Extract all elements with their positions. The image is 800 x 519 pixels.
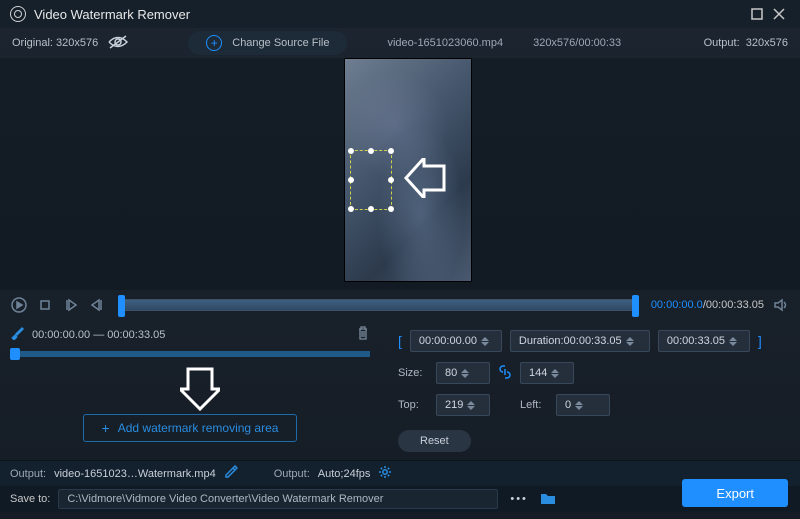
info-bar: Original: 320x576 + Change Source File v… — [0, 28, 800, 58]
timeline-slider[interactable] — [120, 299, 637, 311]
output-format-label: Output: — [274, 468, 310, 480]
original-label: Original: — [12, 37, 53, 49]
original-dims: 320x576 — [56, 37, 98, 49]
top-label: Top: — [398, 399, 428, 411]
output-file-value: video-1651023…Watermark.mp4 — [54, 468, 216, 480]
size-label: Size: — [398, 367, 428, 379]
step-forward-button[interactable] — [62, 296, 80, 314]
save-path-input[interactable]: C:\Vidmore\Vidmore Video Converter\Video… — [58, 489, 498, 509]
annotation-arrow-icon — [402, 158, 446, 201]
export-button[interactable]: Export — [682, 479, 788, 507]
watermark-ranges-panel: 00:00:00.00 — 00:00:33.05 + Add watermar… — [0, 320, 380, 460]
reset-button[interactable]: Reset — [398, 430, 471, 452]
link-aspect-icon[interactable] — [498, 365, 512, 382]
output-format-value: Auto;24fps — [318, 468, 371, 480]
annotation-arrow-down-icon — [180, 367, 220, 414]
source-dims-time: 320x576/00:00:33 — [533, 37, 621, 49]
plus-icon: + — [102, 421, 110, 435]
change-source-label: Change Source File — [232, 37, 329, 49]
preview-toggle-icon[interactable] — [108, 35, 128, 52]
watermark-selection-box[interactable] — [350, 150, 392, 210]
edit-output-name-button[interactable] — [224, 465, 238, 482]
output-file-label: Output: — [10, 468, 46, 480]
output-label: Output: — [704, 37, 740, 49]
title-bar: Video Watermark Remover — [0, 0, 800, 28]
open-folder-button[interactable] — [540, 491, 556, 508]
save-row: Save to: C:\Vidmore\Vidmore Video Conver… — [0, 486, 800, 512]
top-input[interactable]: 219 — [436, 394, 490, 416]
play-button[interactable] — [10, 296, 28, 314]
maximize-button[interactable] — [746, 3, 768, 25]
stop-button[interactable] — [36, 296, 54, 314]
bracket-left-icon: [ — [398, 333, 402, 349]
app-logo-icon — [10, 6, 26, 22]
timecode-display: 00:00:00.0/00:00:33.05 — [651, 299, 764, 311]
close-button[interactable] — [768, 3, 790, 25]
output-dims: 320x576 — [746, 37, 788, 49]
volume-button[interactable] — [772, 296, 790, 314]
change-source-button[interactable]: + Change Source File — [188, 31, 347, 55]
add-watermark-label: Add watermark removing area — [118, 421, 279, 435]
left-label: Left: — [520, 399, 548, 411]
add-watermark-area-button[interactable]: + Add watermark removing area — [83, 414, 298, 442]
range-end: 00:00:33.05 — [107, 329, 165, 341]
save-to-label: Save to: — [10, 493, 50, 505]
plus-circle-icon: + — [206, 35, 222, 51]
source-file-name: video-1651023060.mp4 — [387, 37, 503, 49]
output-options-row: Output: video-1651023…Watermark.mp4 Outp… — [0, 460, 800, 486]
duration-input[interactable]: Duration:00:00:33.05 — [510, 330, 650, 352]
start-time-input[interactable]: 00:00:00.00 — [410, 330, 502, 352]
trim-handle-start[interactable] — [118, 295, 125, 317]
size-height-input[interactable]: 144 — [520, 362, 574, 384]
app-title: Video Watermark Remover — [34, 7, 746, 22]
end-time-input[interactable]: 00:00:33.05 — [658, 330, 750, 352]
output-settings-button[interactable] — [378, 465, 392, 482]
playback-bar: 00:00:00.0/00:00:33.05 — [0, 290, 800, 320]
left-input[interactable]: 0 — [556, 394, 610, 416]
range-start: 00:00:00.00 — [32, 329, 90, 341]
video-preview[interactable] — [0, 58, 800, 290]
range-track[interactable] — [10, 351, 370, 357]
range-row: 00:00:00.00 — 00:00:33.05 — [10, 326, 370, 343]
delete-range-button[interactable] — [356, 326, 370, 343]
watermark-params-panel: [ 00:00:00.00 Duration:00:00:33.05 00:00… — [380, 320, 800, 460]
trim-handle-end[interactable] — [632, 295, 639, 317]
size-width-input[interactable]: 80 — [436, 362, 490, 384]
step-back-button[interactable] — [88, 296, 106, 314]
browse-path-button[interactable]: ••• — [506, 493, 532, 505]
bracket-right-icon: ] — [758, 333, 762, 349]
brush-icon — [10, 326, 24, 343]
